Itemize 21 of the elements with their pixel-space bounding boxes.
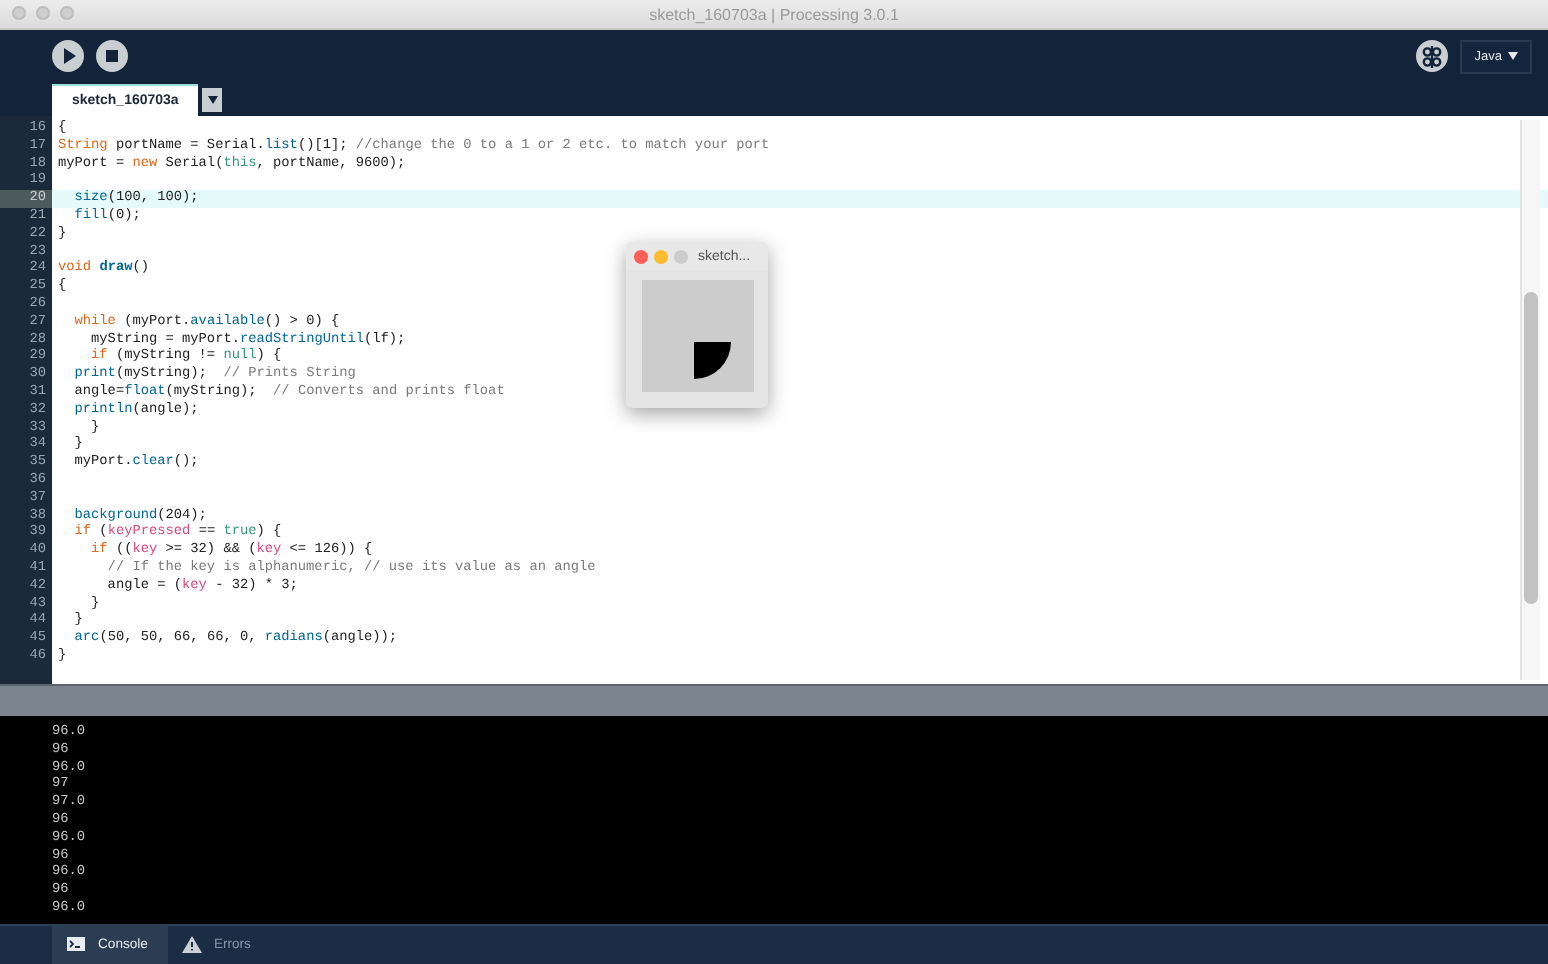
console-icon: [66, 936, 86, 954]
play-icon: [61, 48, 75, 64]
warning-icon: [181, 936, 202, 954]
scrollbar[interactable]: [1520, 120, 1540, 680]
debugger-icon: [1422, 45, 1443, 67]
minimize-button[interactable]: [36, 6, 50, 20]
zoom-button[interactable]: [60, 6, 74, 20]
debugger-button[interactable]: [1416, 40, 1449, 72]
close-button[interactable]: [634, 249, 648, 263]
tab-menu-button[interactable]: [202, 88, 223, 112]
close-button[interactable]: [12, 6, 26, 20]
caret-icon: [1508, 52, 1518, 60]
window-title: sketch_160703a | Processing 3.0.1: [649, 5, 899, 23]
run-button[interactable]: [52, 40, 84, 72]
splitter-bar[interactable]: [0, 684, 1548, 716]
sketch-canvas: [642, 280, 754, 392]
stop-icon: [106, 50, 118, 62]
stop-button[interactable]: [96, 40, 128, 72]
minimize-button[interactable]: [654, 249, 668, 263]
zoom-button[interactable]: [674, 249, 688, 263]
caret-icon: [207, 96, 218, 104]
